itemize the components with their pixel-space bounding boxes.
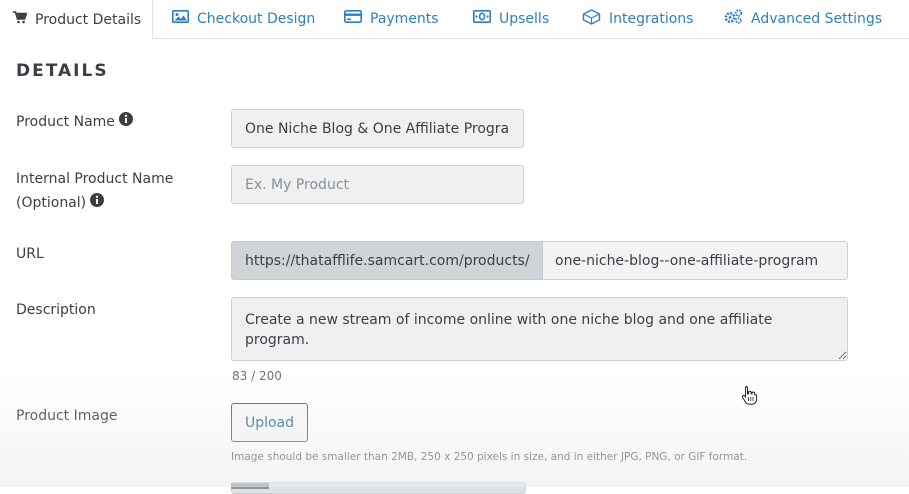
cube-icon: [582, 8, 609, 29]
product-name-label-text: Product Name: [16, 114, 115, 130]
internal-name-input[interactable]: [231, 165, 524, 204]
upload-button[interactable]: Upload: [231, 403, 308, 442]
tab-product-details[interactable]: Product Details: [0, 0, 153, 39]
hand-cursor-icon: [741, 385, 758, 409]
url-prefix: https://thatafflife.samcart.com/products…: [231, 241, 543, 280]
tab-advanced-settings[interactable]: Advanced Settings: [724, 0, 882, 37]
tab-payments[interactable]: Payments: [344, 0, 439, 37]
product-name-label: Product Name: [16, 110, 133, 134]
tab-checkout-design[interactable]: Checkout Design: [172, 0, 315, 37]
credit-card-icon: [344, 10, 370, 27]
partial-field-segment: [231, 483, 269, 489]
image-hint-text: Image should be smaller than 2MB, 250 x …: [231, 451, 748, 463]
partial-field[interactable]: [231, 482, 526, 494]
info-icon[interactable]: [118, 110, 133, 134]
image-icon: [172, 10, 197, 27]
gears-icon: [724, 9, 751, 28]
internal-name-label: Internal Product Name (Optional): [16, 167, 173, 215]
description-textarea[interactable]: Create a new stream of income online wit…: [231, 297, 848, 361]
url-label: URL: [16, 246, 44, 262]
internal-name-label-line1: Internal Product Name: [16, 171, 174, 187]
section-title: DETAILS: [16, 61, 109, 81]
tab-label: Checkout Design: [197, 10, 316, 27]
tab-label: Advanced Settings: [751, 10, 883, 27]
tab-bar: Product Details Checkout Design Payments…: [0, 0, 909, 39]
internal-name-label-line2: (Optional): [16, 195, 87, 211]
bottom-fade: [0, 372, 909, 487]
tab-label: Integrations: [609, 10, 694, 27]
tab-integrations[interactable]: Integrations: [582, 0, 693, 37]
cart-icon: [13, 11, 35, 28]
tab-upsells[interactable]: Upsells: [473, 0, 549, 37]
url-slug-input[interactable]: [543, 241, 848, 280]
tab-label: Payments: [370, 10, 439, 27]
info-icon[interactable]: [90, 191, 105, 215]
description-label: Description: [16, 302, 96, 318]
description-char-counter: 83 / 200: [232, 369, 282, 383]
money-icon: [473, 10, 499, 27]
product-name-input[interactable]: [231, 109, 524, 148]
product-image-label: Product Image: [16, 408, 118, 424]
tab-label: Upsells: [499, 10, 550, 27]
tab-label: Product Details: [35, 11, 142, 28]
